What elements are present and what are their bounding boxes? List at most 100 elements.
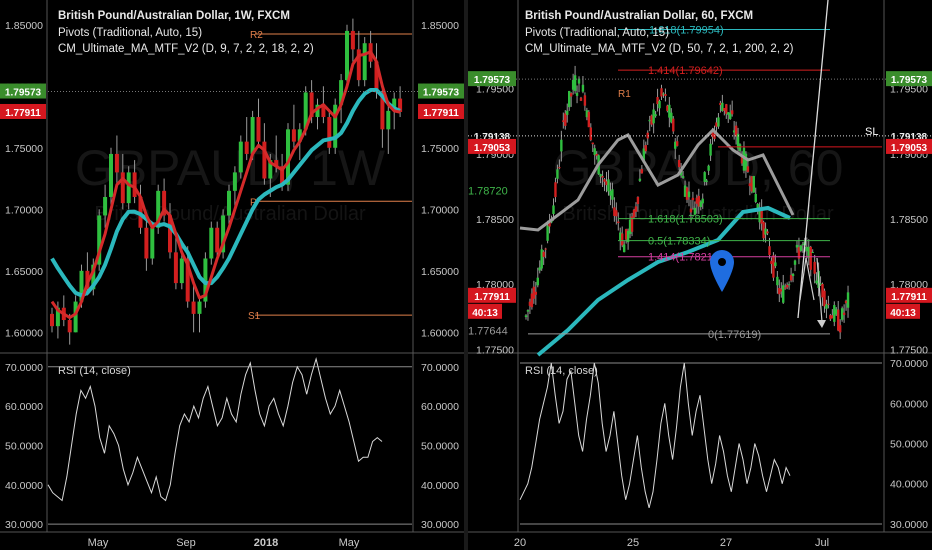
left-rsi-label[interactable]: RSI (14, close) [58, 365, 131, 377]
r-candle-body [687, 191, 691, 198]
r-candle-body [573, 75, 577, 91]
r-candle-body [709, 143, 712, 156]
r-candle-body [601, 176, 604, 178]
left-chart-canvas[interactable]: GBPAUD, 1WBritish Pound/Australian Dolla… [0, 0, 464, 550]
r-rsi-tick-r: 40.0000 [890, 479, 928, 491]
left-time-tick: 2018 [254, 537, 278, 549]
r-candle-body [705, 180, 708, 182]
r-candle-body [636, 196, 640, 205]
left-candle-body [209, 227, 214, 259]
stop-loss-label: SL [865, 126, 879, 138]
r-price-tick-l: 1.78500 [476, 214, 514, 226]
location-pin-icon [710, 250, 734, 292]
left-rsi-tick-r: 60.0000 [421, 401, 459, 413]
fib-label: 0.5(1.78334) [648, 236, 710, 248]
left-price-tick-l: 1.85000 [5, 20, 43, 32]
right-pivots-indicator[interactable]: Pivots (Traditional, Auto, 15) [525, 25, 793, 42]
r-pivot-r1: R1 [618, 89, 631, 100]
left-candle-body [109, 153, 113, 197]
left-pivots-indicator[interactable]: Pivots (Traditional, Auto, 15) [58, 25, 314, 42]
left-rsi-tick-l: 30.0000 [5, 519, 43, 531]
fib-label: 1.618(1.78503) [648, 214, 723, 226]
r-candle-body [607, 179, 610, 192]
r-time-tick: 25 [627, 537, 639, 549]
r-price-box-red-l: 1.79053 [474, 143, 511, 154]
fib-label: 0(1.77619) [708, 329, 761, 341]
left-price-box-green-r: 1.79573 [423, 88, 460, 99]
r-candle-body [689, 208, 693, 213]
right-ma-indicator[interactable]: CM_Ultimate_MA_MTF_V2 (D, 50, 7, 2, 1, 2… [525, 41, 793, 58]
r-candle-body [703, 172, 706, 182]
r-candle-body [846, 292, 850, 308]
r-candle-body [526, 310, 530, 312]
r-candle-body [676, 141, 679, 146]
r-price-tick-r: 1.77500 [890, 344, 928, 356]
left-candle-body [132, 172, 137, 197]
r-time-tick: Jul [815, 537, 829, 549]
r-candle-body [644, 145, 647, 152]
left-price-tick-r: 1.85000 [421, 20, 459, 32]
left-ma-indicator[interactable]: CM_Ultimate_MA_MTF_V2 (D, 9, 7, 2, 2, 18… [58, 41, 314, 58]
r-candle-body [707, 165, 710, 171]
r-candle-body [827, 303, 830, 305]
r-price-box-red2-l: 1.77911 [474, 292, 510, 303]
r-candle-body [621, 233, 624, 246]
left-candle-body [362, 43, 367, 81]
right-chart-panel[interactable]: GBPAUD, 60 British Pound/Australian Dolla… [468, 0, 932, 550]
r-candle-body [552, 205, 555, 214]
r-time-tick: 20 [514, 537, 526, 549]
left-price-tick-l: 1.75000 [5, 143, 43, 155]
left-price-tick-r: 1.60000 [421, 327, 459, 339]
r-candle-body [754, 194, 757, 202]
left-time-tick: May [88, 537, 109, 549]
left-time-tick: May [339, 537, 360, 549]
r-candle-body [524, 315, 528, 318]
r-candle-body [691, 197, 695, 201]
pivot-label-S1: S1 [248, 311, 261, 322]
r-candle-body [546, 225, 549, 241]
r-candle-body [813, 261, 816, 274]
r-candle-body [658, 100, 661, 109]
r-candle-body [622, 244, 626, 253]
r-candle-body [746, 166, 750, 172]
r-candle-body [569, 93, 573, 97]
r-partial-fib: 1.78720 [468, 185, 508, 197]
right-chart-canvas[interactable]: GBPAUD, 60British Pound/Australian Dolla… [468, 0, 932, 550]
r-rsi-tick-r: 50.0000 [890, 439, 928, 451]
r-candle-body [752, 176, 755, 193]
r-candle-body [579, 97, 583, 101]
r-candle-body [717, 117, 720, 127]
left-candle-body [227, 190, 231, 216]
r-candle-body [799, 245, 803, 252]
r-candle-body [838, 325, 842, 333]
left-chart-panel[interactable]: GBPAUD, 1W British Pound/Australian Dolla… [0, 0, 464, 550]
left-price-tick-l: 1.60000 [5, 327, 43, 339]
r-candle-body [791, 273, 795, 277]
left-candle-body [114, 153, 119, 173]
r-candle-body [591, 142, 594, 145]
r-candle-body [556, 169, 559, 179]
left-candle-body [215, 227, 220, 253]
r-rsi-tick-r: 70.0000 [890, 358, 928, 370]
r-candle-body [564, 113, 567, 126]
left-price-box-green-l: 1.79573 [5, 88, 42, 99]
r-candle-body [660, 88, 663, 97]
r-price-box-green-r: 1.79573 [891, 75, 928, 86]
r-candle-body [558, 167, 561, 169]
r-candle-body [730, 110, 734, 115]
left-candle-body [50, 313, 54, 327]
r-price-box-red2-r: 1.77911 [891, 292, 927, 303]
r-candle-body [823, 290, 826, 307]
r-candle-body [776, 276, 779, 286]
left-price-tick-r: 1.65000 [421, 266, 459, 278]
left-price-box-red-r: 1.77911 [423, 108, 459, 119]
fib-label: 1.414(1.79642) [648, 65, 723, 77]
r-candle-body [566, 110, 569, 115]
left-candle-body [173, 252, 178, 284]
right-rsi-label[interactable]: RSI (14, close) [525, 365, 598, 377]
r-candle-body [793, 260, 797, 265]
left-price-box-red-l: 1.77911 [5, 108, 41, 119]
r-candle-body [784, 287, 787, 289]
r-candle-body [766, 231, 769, 234]
r-candle-body [542, 251, 545, 257]
